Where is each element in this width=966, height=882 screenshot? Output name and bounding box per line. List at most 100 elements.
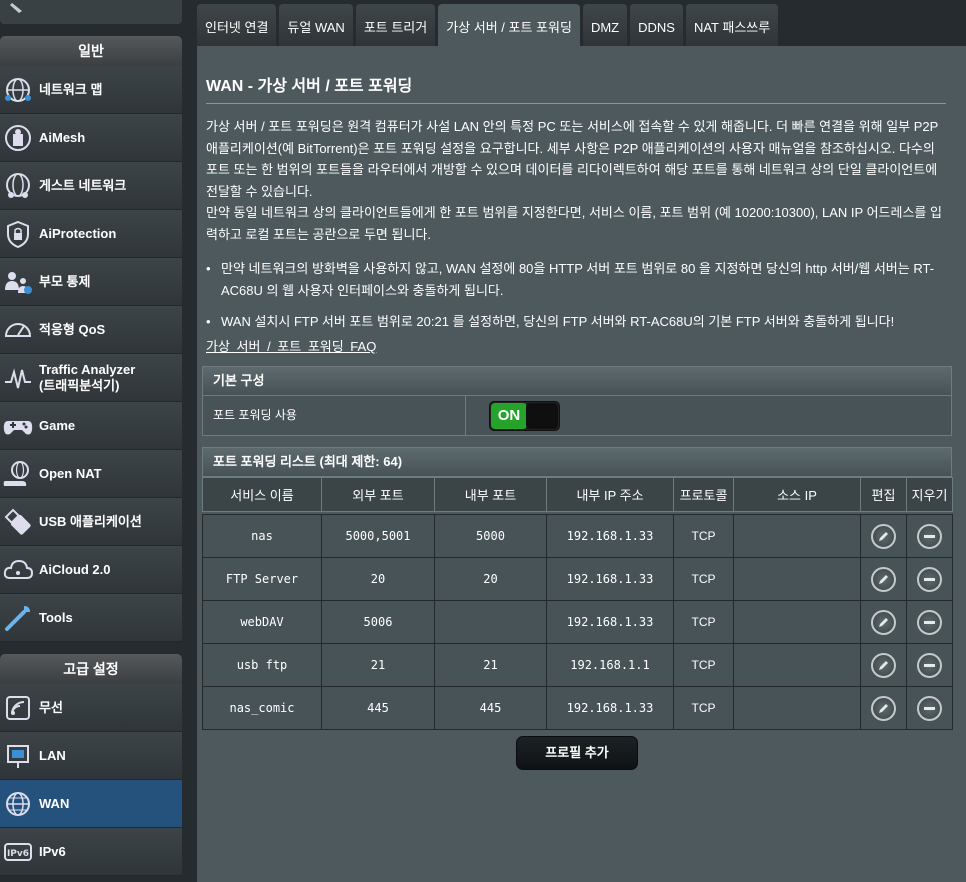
sidebar-item-guest-network[interactable]: 게스트 네트워크 [0,162,182,210]
wrench-icon [0,600,36,636]
sidebar-item-label: Open NAT [39,465,102,481]
title-divider [206,103,946,104]
edit-pencil-icon[interactable] [871,609,896,635]
sidebar-item-usb-application[interactable]: USB 애플리케이션 [0,498,182,546]
sidebar-item-wireless[interactable]: 무선 [0,684,182,732]
cell-source-ip [733,557,861,601]
cell-source-ip [733,643,861,687]
wan-globe-icon [0,786,36,822]
sidebar-item-aiprotection[interactable]: AiProtection [0,210,182,258]
tab-nat-passthrough[interactable]: NAT 패스쓰루 [685,4,779,46]
sidebar-item-label: 네트워크 맵 [39,81,103,97]
cell-external-port: 5006 [321,600,435,644]
cell-protocol: TCP [673,643,734,687]
sidebar: 일반 네트워크 맵 AiMesh 게스트 네트워크 AiProtection 부… [0,0,182,882]
description-paragraph-1: 가상 서버 / 포트 포워딩은 원격 컴퓨터가 사설 LAN 안의 특정 PC … [206,119,939,199]
sidebar-item-open-nat[interactable]: Open NAT [0,450,182,498]
cell-delete [906,557,953,601]
sidebar-item-aicloud[interactable]: AiCloud 2.0 [0,546,182,594]
cell-service-name: nas_comic [202,686,322,730]
advanced-section-header: 고급 설정 [0,654,182,684]
delete-minus-icon[interactable] [917,609,942,635]
cell-internal-port [434,600,547,644]
column-external-port: 외부 포트 [321,477,435,512]
tab-dual-wan[interactable]: 듀얼 WAN [279,4,353,46]
column-internal-ip: 내부 IP 주소 [546,477,674,512]
usb-icon [0,504,36,540]
qos-gauge-icon [0,312,36,348]
toggle-knob [526,403,558,429]
parental-control-icon [0,264,36,300]
add-profile-button[interactable]: 프로필 추가 [516,736,638,770]
sidebar-item-lan[interactable]: LAN [0,732,182,780]
table-row: usb ftp 21 21 192.168.1.1 TCP [202,643,953,687]
aiprotection-lock-icon [0,216,36,252]
sidebar-item-label: AiCloud 2.0 [39,561,111,577]
sidebar-item-traffic-analyzer[interactable]: Traffic Analyzer (트래픽분석기) [0,354,182,402]
sidebar-item-label: USB 애플리케이션 [39,513,142,529]
sidebar-item-label: AiProtection [39,225,117,241]
sidebar-item-parental-control[interactable]: 부모 통제 [0,258,182,306]
edit-pencil-icon[interactable] [871,652,896,678]
edit-pencil-icon[interactable] [871,566,896,592]
table-row: FTP Server 20 20 192.168.1.33 TCP [202,557,953,601]
tab-internet-connection[interactable]: 인터넷 연결 [197,4,277,46]
cell-source-ip [733,600,861,644]
basic-config-table: 기본 구성 포트 포워딩 사용 ON [202,366,952,436]
sidebar-item-label: LAN [39,747,66,763]
description-paragraph-2: 만약 동일 네트워크 상의 클라이언트들에게 한 포트 범위를 지정한다면, 서… [206,205,942,242]
cell-protocol: TCP [673,600,734,644]
sidebar-item-ipv6[interactable]: IPv6 IPv6 [0,828,182,876]
delete-minus-icon[interactable] [917,652,942,678]
sidebar-item-label: 적응형 QoS [39,321,106,337]
column-delete: 지우기 [906,477,953,512]
tab-ddns[interactable]: DDNS [630,4,683,46]
column-protocol: 프로토콜 [673,477,734,512]
sidebar-item-label: Traffic Analyzer (트래픽분석기) [39,361,136,393]
traffic-analyzer-icon [0,360,36,396]
sidebar-item-tools[interactable]: Tools [0,594,182,642]
cell-internal-ip: 192.168.1.33 [546,600,674,644]
cell-internal-port: 5000 [434,514,547,558]
tab-dmz[interactable]: DMZ [582,4,628,46]
network-map-icon [0,72,36,108]
sidebar-item-wan[interactable]: WAN [0,780,182,828]
cell-edit [860,557,907,601]
note-item: 만약 네트워크의 방화벽을 사용하지 않고, WAN 설정에 80을 HTTP … [206,258,948,301]
cell-edit [860,600,907,644]
guest-network-icon [0,168,36,204]
sidebar-item-adaptive-qos[interactable]: 적응형 QoS [0,306,182,354]
delete-minus-icon[interactable] [917,695,942,721]
tab-virtual-server[interactable]: 가상 서버 / 포트 포워딩 [438,4,580,46]
sidebar-item-aimesh[interactable]: AiMesh [0,114,182,162]
sidebar-item-network-map[interactable]: 네트워크 맵 [0,66,182,114]
top-menu-button[interactable] [0,0,182,24]
tab-port-trigger[interactable]: 포트 트리거 [355,4,436,46]
delete-minus-icon[interactable] [917,566,942,592]
edit-pencil-icon[interactable] [871,695,896,721]
cell-source-ip [733,686,861,730]
cell-protocol: TCP [673,557,734,601]
cell-edit [860,514,907,558]
cell-edit [860,686,907,730]
cell-internal-ip: 192.168.1.33 [546,557,674,601]
column-source-ip: 소스 IP [733,477,861,512]
port-forwarding-toggle[interactable]: ON [489,401,560,431]
basic-config-header: 기본 구성 [202,366,952,396]
rules-table: nas 5000,5001 5000 192.168.1.33 TCP FTP Serve… [202,514,953,730]
port-forwarding-enable-row: 포트 포워딩 사용 [202,396,952,436]
faq-link[interactable]: 가상 서버 / 포트 포워딩 FAQ [206,336,376,355]
port-forwarding-list-header: 포트 포워딩 리스트 (최대 제한: 64) [202,447,952,477]
ipv6-icon: IPv6 [0,834,36,870]
sidebar-item-game[interactable]: Game [0,402,182,450]
wireless-icon [0,690,36,726]
cell-edit [860,643,907,687]
cell-external-port: 445 [321,686,435,730]
cell-internal-ip: 192.168.1.1 [546,643,674,687]
table-row: nas_comic 445 445 192.168.1.33 TCP [202,686,953,730]
open-nat-icon [0,456,36,492]
cell-delete [906,686,953,730]
delete-minus-icon[interactable] [917,523,942,549]
edit-pencil-icon[interactable] [871,523,896,549]
sidebar-item-label: Tools [39,609,73,625]
